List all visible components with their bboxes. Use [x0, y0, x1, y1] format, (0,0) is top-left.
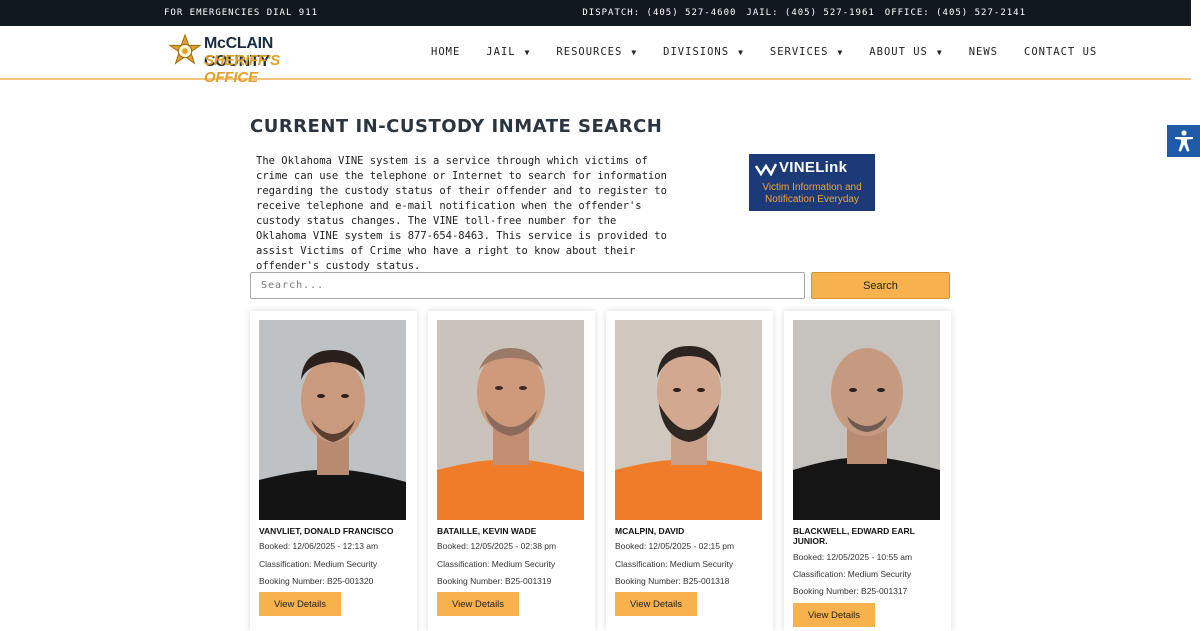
- nav-label: JAIL: [486, 46, 516, 58]
- nav-item-home[interactable]: HOME: [431, 46, 460, 58]
- jail-phone[interactable]: JAIL: (405) 527-1961: [746, 8, 874, 18]
- page-title: CURRENT IN-CUSTODY INMATE SEARCH: [250, 116, 663, 137]
- classification: Classification: Medium Security: [615, 559, 734, 569]
- vine-description: The Oklahoma VINE system is a service th…: [256, 155, 667, 272]
- caret-down-icon: ▼: [837, 47, 844, 57]
- accessibility-button[interactable]: [1167, 125, 1200, 157]
- booking-number: Booking Number: B25-001320: [259, 576, 374, 586]
- nav-item-jail[interactable]: JAIL ▼: [486, 46, 530, 58]
- booked-date: Booked: 12/05/2025 - 02:15 pm: [615, 541, 735, 551]
- view-details-button[interactable]: View Details: [259, 592, 341, 616]
- booking-number: Booking Number: B25-001319: [437, 576, 552, 586]
- vine-tagline: Victim Information and Notification Ever…: [762, 182, 862, 205]
- mugshot-photo[interactable]: [615, 320, 762, 520]
- site-logo[interactable]: McCLAIN COUNTY SHERIFF'S OFFICE: [166, 32, 328, 86]
- search-input[interactable]: [250, 272, 805, 299]
- view-details-button[interactable]: View Details: [615, 592, 697, 616]
- caret-down-icon: ▼: [936, 47, 943, 57]
- inmate-name: MCALPIN, DAVID: [615, 526, 685, 536]
- inmate-name: VANVLIET, DONALD FRANCISCO: [259, 526, 394, 536]
- nav-item-services[interactable]: SERVICES ▼: [770, 46, 843, 58]
- caret-down-icon: ▼: [524, 47, 531, 57]
- accessibility-icon: [1174, 130, 1193, 152]
- view-details-button[interactable]: View Details: [793, 603, 875, 627]
- booked-date: Booked: 12/05/2025 - 02:38 pm: [437, 541, 557, 551]
- inmate-name: BATAILLE, KEVIN WADE: [437, 526, 537, 536]
- mugshot-photo[interactable]: [437, 320, 584, 520]
- nav-item-resources[interactable]: RESOURCES ▼: [556, 46, 637, 58]
- classification: Classification: Medium Security: [259, 559, 378, 569]
- office-phone[interactable]: OFFICE: (405) 527-2141: [885, 8, 1026, 18]
- booked-date: Booked: 12/06/2025 - 12:13 am: [259, 541, 379, 551]
- mugshot-photo[interactable]: [793, 320, 940, 520]
- main-nav: HOME JAIL ▼ RESOURCES ▼ DIVISIONS ▼ SERVICE…: [431, 46, 1097, 58]
- sheriff-star-icon: [168, 33, 202, 65]
- inmate-card: BATAILLE, KEVIN WADE Booked: 12/05/2025 …: [428, 311, 595, 631]
- nav-item-contact-us[interactable]: CONTACT US: [1024, 46, 1097, 58]
- booking-number: Booking Number: B25-001318: [615, 576, 730, 586]
- vinelink-banner[interactable]: VINELink Victim Information and Notifica…: [749, 154, 875, 211]
- nav-item-divisions[interactable]: DIVISIONS ▼: [663, 46, 744, 58]
- logo-line-2: SHERIFF'S OFFICE: [204, 52, 280, 86]
- inmate-card: BLACKWELL, EDWARD EARL JUNIOR. Booked: 1…: [784, 311, 951, 631]
- nav-label: HOME: [431, 46, 461, 58]
- vine-brand: VINELink: [779, 159, 848, 176]
- nav-label: ABOUT US: [869, 46, 928, 58]
- contact-numbers: DISPATCH: (405) 527-4600 JAIL: (405) 527…: [582, 8, 1026, 18]
- nav-item-about-us[interactable]: ABOUT US ▼: [869, 46, 942, 58]
- classification: Classification: Medium Security: [793, 569, 912, 579]
- mugshot-photo[interactable]: [259, 320, 406, 520]
- top-bar: FOR EMERGENCIES DIAL 911 DISPATCH: (405)…: [0, 0, 1191, 26]
- dispatch-phone[interactable]: DISPATCH: (405) 527-4600: [582, 8, 736, 18]
- caret-down-icon: ▼: [631, 47, 638, 57]
- inmate-name: BLACKWELL, EDWARD EARL JUNIOR.: [793, 526, 915, 546]
- emergency-notice: FOR EMERGENCIES DIAL 911: [164, 8, 319, 18]
- nav-label: RESOURCES: [556, 46, 623, 58]
- inmate-card: VANVLIET, DONALD FRANCISCO Booked: 12/06…: [250, 311, 417, 631]
- caret-down-icon: ▼: [738, 47, 744, 57]
- site-header: McCLAIN COUNTY SHERIFF'S OFFICE HOME JAI…: [0, 26, 1191, 86]
- classification: Classification: Medium Security: [437, 559, 556, 569]
- nav-label: DIVISIONS: [663, 46, 730, 58]
- booked-date: Booked: 12/05/2025 - 10:55 am: [793, 552, 913, 562]
- nav-label: NEWS: [968, 46, 998, 58]
- search-button[interactable]: Search: [811, 272, 950, 299]
- nav-item-news[interactable]: NEWS: [969, 46, 998, 58]
- booking-number: Booking Number: B25-001317: [793, 586, 908, 596]
- vine-check-icon: [755, 163, 777, 176]
- view-details-button[interactable]: View Details: [437, 592, 519, 616]
- inmate-card: MCALPIN, DAVID Booked: 12/05/2025 - 02:1…: [606, 311, 773, 631]
- nav-label: SERVICES: [769, 46, 829, 58]
- nav-label: CONTACT US: [1024, 46, 1098, 58]
